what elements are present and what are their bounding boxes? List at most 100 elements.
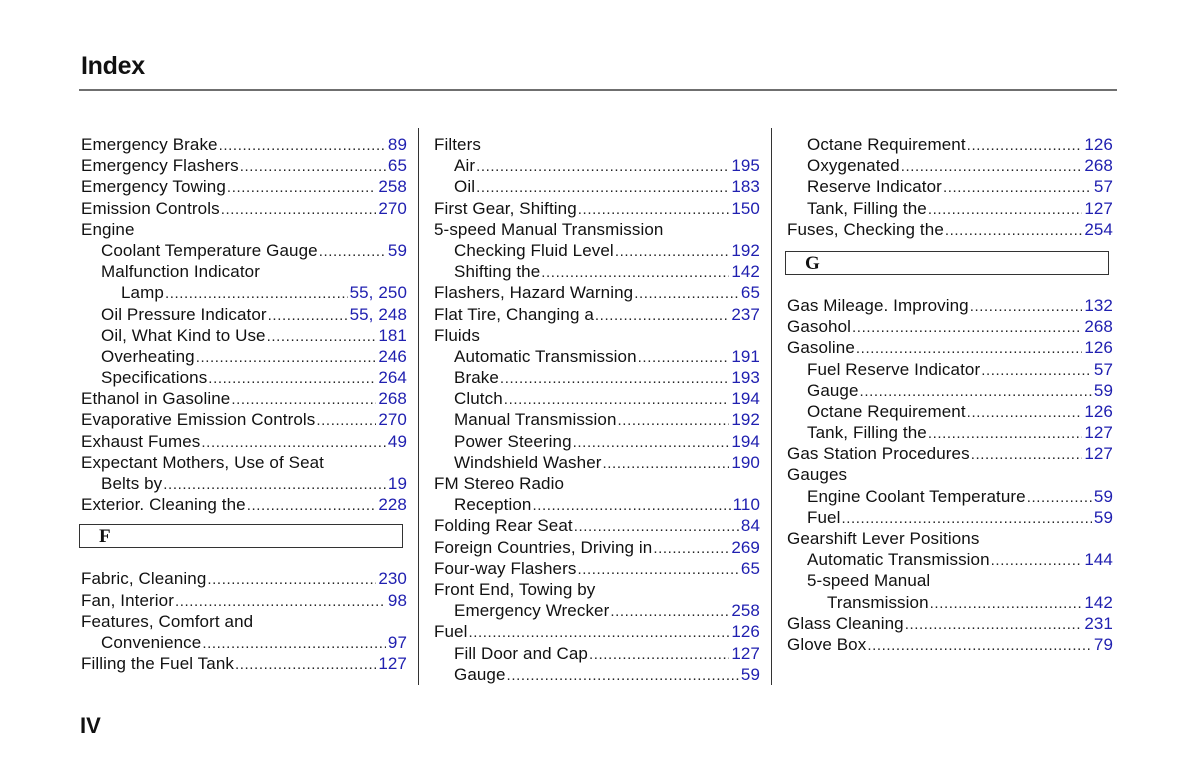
page-reference-link[interactable]: 231 [1084, 613, 1113, 634]
page-reference-link[interactable]: 65 [741, 558, 760, 579]
entry-label: Octane Requirement [807, 135, 966, 154]
index-entry: Shifting the 142 [434, 261, 760, 282]
page-reference-link[interactable]: 127 [378, 653, 407, 674]
page-reference-link[interactable]: 191 [731, 346, 760, 367]
entry-label: Shifting the [454, 262, 541, 282]
page-reference-link[interactable]: 126 [731, 621, 760, 642]
page-reference-link[interactable]: 237 [731, 304, 760, 325]
index-entry: Checking Fluid Level 192 [434, 240, 760, 261]
page-reference-link[interactable]: 89 [388, 134, 407, 155]
page-reference-link[interactable]: 126 [1084, 337, 1113, 358]
entry-label: Fuses, Checking the [787, 219, 944, 239]
dot-leader [175, 590, 386, 612]
page-reference-link[interactable]: 268 [1084, 316, 1113, 337]
page-reference-link[interactable]: 59 [1094, 507, 1113, 528]
page-reference-link[interactable]: 59 [388, 240, 407, 261]
page-reference-link[interactable]: 270 [378, 198, 407, 219]
page-reference-link[interactable]: 110 [733, 494, 760, 515]
page-reference-link[interactable]: 59 [741, 664, 760, 685]
page-reference-link[interactable]: 49 [388, 431, 407, 452]
page-reference-link[interactable]: 127 [731, 643, 760, 664]
page-reference-link[interactable]: 150 [731, 198, 760, 219]
page-reference-link[interactable]: 55, 250 [350, 282, 407, 303]
index-entry: Overheating 246 [81, 346, 407, 367]
page-reference-link[interactable]: 19 [388, 473, 407, 494]
entry-label: Checking Fluid Level [454, 240, 614, 260]
dot-leader [603, 452, 730, 474]
index-entry: Ethanol in Gasoline 268 [81, 388, 407, 409]
entry-label: Oxygenated [807, 156, 900, 176]
index-entry: Emergency Wrecker 258 [434, 600, 760, 621]
entry-label: Expectant Mothers, Use of Seat [81, 452, 325, 472]
entry-label: Air [454, 156, 476, 176]
entry-label: Engine [81, 219, 135, 239]
page-reference-link[interactable]: 84 [741, 515, 760, 536]
page-reference-link[interactable]: 268 [1084, 155, 1113, 176]
dot-leader [618, 409, 730, 431]
page-reference-link[interactable]: 144 [1084, 549, 1113, 570]
dot-leader [476, 176, 729, 198]
page-reference-link[interactable]: 79 [1094, 634, 1113, 655]
page-reference-link[interactable]: 270 [378, 409, 407, 430]
page-reference-link[interactable]: 230 [378, 568, 407, 589]
dot-leader [231, 388, 376, 410]
page-reference-link[interactable]: 228 [378, 494, 407, 515]
page-reference-link[interactable]: 246 [378, 346, 407, 367]
page-reference-link[interactable]: 98 [388, 590, 407, 611]
dot-leader [196, 346, 377, 368]
index-entry: Fan, Interior 98 [81, 590, 407, 611]
page-reference-link[interactable]: 59 [1094, 486, 1113, 507]
index-heading: Fluids [434, 325, 760, 346]
page-reference-link[interactable]: 195 [731, 155, 760, 176]
page-reference-link[interactable]: 65 [388, 155, 407, 176]
page-reference-link[interactable]: 183 [731, 176, 760, 197]
page-reference-link[interactable]: 132 [1084, 295, 1113, 316]
entry-label: Tank, Filling the [807, 423, 927, 443]
page-reference-link[interactable]: 97 [388, 632, 407, 653]
entry-label: Coolant Temperature Gauge [101, 240, 318, 260]
page-reference-link[interactable]: 181 [378, 325, 407, 346]
dot-leader [468, 621, 729, 643]
index-entry: Lamp 55, 250 [81, 282, 407, 303]
entry-label: Reserve Indicator [807, 177, 942, 197]
page-reference-link[interactable]: 190 [731, 452, 760, 473]
index-entry: Filling the Fuel Tank 127 [81, 653, 407, 674]
entry-label: Automatic Transmission [454, 346, 637, 366]
page-reference-link[interactable]: 127 [1084, 198, 1113, 219]
page-reference-link[interactable]: 194 [731, 431, 760, 452]
index-entry: Fuses, Checking the 254 [787, 219, 1113, 240]
entry-label: Emergency Wrecker [454, 601, 610, 621]
page-reference-link[interactable]: 193 [731, 367, 760, 388]
page-reference-link[interactable]: 127 [1084, 422, 1113, 443]
dot-leader [841, 507, 1091, 529]
page-reference-link[interactable]: 59 [1094, 380, 1113, 401]
dot-leader [943, 176, 1092, 198]
dot-leader [928, 198, 1083, 220]
page-reference-link[interactable]: 126 [1084, 134, 1113, 155]
page-reference-link[interactable]: 264 [378, 367, 407, 388]
page-reference-link[interactable]: 269 [731, 537, 760, 558]
page-reference-link[interactable]: 192 [731, 240, 760, 261]
page-reference-link[interactable]: 192 [731, 409, 760, 430]
page-reference-link[interactable]: 258 [378, 176, 407, 197]
page-reference-link[interactable]: 258 [731, 600, 760, 621]
entry-label: Octane Requirement [807, 401, 966, 421]
page-reference-link[interactable]: 127 [1084, 443, 1113, 464]
entry-label: Engine Coolant Temperature [807, 486, 1026, 506]
page-reference-link[interactable]: 57 [1094, 176, 1113, 197]
dot-leader [928, 422, 1083, 444]
entry-label: Fabric, Cleaning [81, 569, 207, 589]
page-reference-link[interactable]: 65 [741, 282, 760, 303]
page-reference-link[interactable]: 194 [731, 388, 760, 409]
dot-leader [507, 664, 739, 686]
dot-leader [981, 359, 1092, 381]
dot-leader [945, 219, 1082, 241]
page-reference-link[interactable]: 254 [1084, 219, 1113, 240]
page-reference-link[interactable]: 57 [1094, 359, 1113, 380]
page-reference-link[interactable]: 142 [1084, 592, 1113, 613]
page-reference-link[interactable]: 55, 248 [350, 304, 407, 325]
page-reference-link[interactable]: 268 [378, 388, 407, 409]
page-reference-link[interactable]: 126 [1084, 401, 1113, 422]
dot-leader [500, 367, 729, 389]
page-reference-link[interactable]: 142 [731, 261, 760, 282]
